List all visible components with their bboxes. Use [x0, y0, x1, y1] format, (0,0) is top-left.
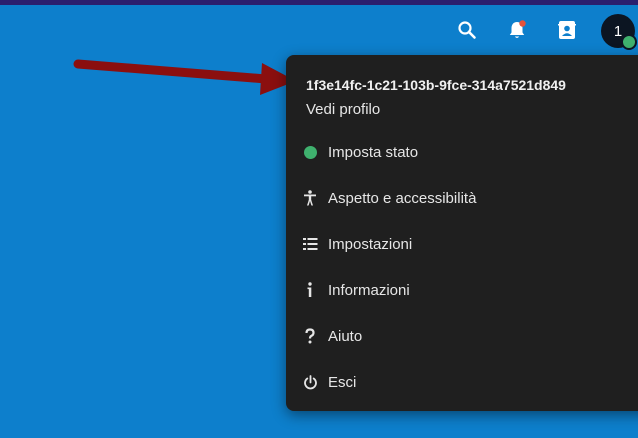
user-menu: 1f3e14fc-1c21-103b-9fce-314a7521d849 Ved… — [286, 55, 638, 411]
notification-badge — [519, 20, 526, 27]
info-icon — [302, 282, 318, 298]
avatar-status-indicator — [621, 34, 637, 50]
menu-item-appearance[interactable]: Aspetto e accessibilità — [286, 178, 638, 218]
menu-item-settings[interactable]: Impostazioni — [286, 224, 638, 264]
menu-item-logout[interactable]: Esci — [286, 362, 638, 402]
user-id-label: 1f3e14fc-1c21-103b-9fce-314a7521d849 — [306, 77, 566, 93]
menu-item-label: Aiuto — [328, 327, 363, 345]
power-icon — [302, 374, 318, 390]
help-icon — [302, 328, 318, 344]
avatar-initial: 1 — [613, 22, 623, 40]
menu-item-label: Aspetto e accessibilità — [328, 189, 477, 207]
settings-list-icon — [302, 236, 318, 252]
menu-item-info[interactable]: Informazioni — [286, 270, 638, 310]
view-profile-link[interactable]: Vedi profilo — [306, 101, 380, 118]
menu-item-label: Impostazioni — [328, 235, 413, 253]
accessibility-icon — [302, 190, 318, 206]
menu-item-set-status[interactable]: Imposta stato — [286, 132, 638, 172]
bell-icon[interactable] — [505, 18, 529, 42]
menu-item-label: Informazioni — [328, 281, 410, 299]
top-strip — [0, 0, 638, 5]
menu-item-label: Esci — [328, 373, 357, 391]
contacts-icon[interactable] — [555, 18, 579, 42]
menu-item-label: Imposta stato — [328, 143, 419, 161]
status-dot-icon — [302, 144, 318, 160]
search-icon[interactable] — [455, 18, 479, 42]
menu-item-help[interactable]: Aiuto — [286, 316, 638, 356]
